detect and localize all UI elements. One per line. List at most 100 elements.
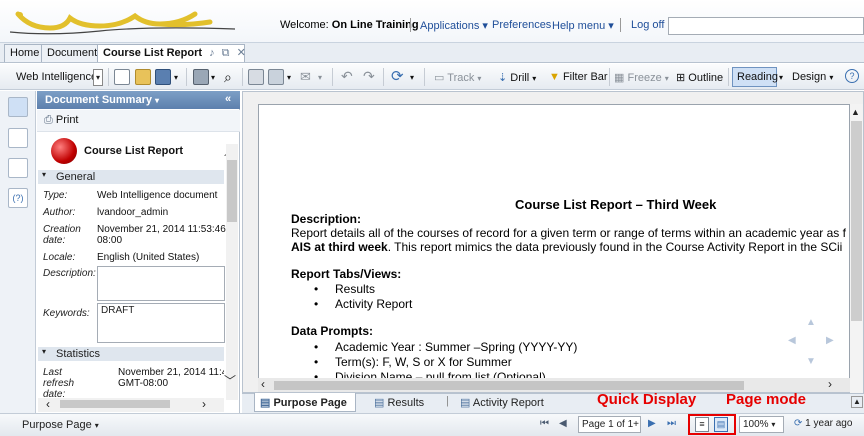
- chevron-down-icon[interactable]: ▾: [410, 73, 414, 82]
- description-label: Description:: [43, 268, 96, 279]
- document-summary-icon[interactable]: [8, 97, 28, 117]
- maximize-icon[interactable]: ⧉: [222, 47, 230, 59]
- tab-course-list-report[interactable]: Course List Report ♪ ⧉ ✕: [97, 44, 246, 62]
- last-refresh-timezone: GMT-08:00: [118, 378, 169, 389]
- refresh-icon: ⟳: [794, 418, 803, 429]
- author-label: Author:: [43, 207, 76, 218]
- page-number-field[interactable]: Page 1 of 1+: [578, 416, 641, 433]
- welcome-text: Welcome: On Line Training: [280, 19, 419, 31]
- keywords-field[interactable]: DRAFT: [97, 303, 225, 343]
- reading-button[interactable]: Reading: [737, 71, 778, 83]
- toolbar-separator: [728, 68, 729, 86]
- chevron-down-icon[interactable]: ▾: [174, 73, 178, 82]
- tab-divider: |: [446, 395, 449, 407]
- zoom-select[interactable]: 100% ▾: [739, 416, 784, 433]
- log-off-link[interactable]: Log off: [631, 19, 664, 31]
- freeze-button[interactable]: ▦ Freeze ▾: [614, 71, 669, 84]
- page-mode-icon[interactable]: ▤: [714, 417, 728, 432]
- close-icon[interactable]: ✕: [237, 47, 246, 59]
- view-selector[interactable]: Purpose Page ▾: [22, 419, 99, 431]
- pan-left-icon[interactable]: ◀: [788, 335, 796, 346]
- document-title: Course List Report: [84, 145, 184, 157]
- keywords-label: Keywords:: [43, 308, 90, 319]
- preferences-link[interactable]: Preferences: [492, 19, 551, 31]
- history-icon[interactable]: [248, 69, 264, 85]
- panel-hscroll-thumb[interactable]: [60, 400, 170, 408]
- scroll-up-icon[interactable]: ▲: [851, 107, 860, 117]
- refresh-icon[interactable]: ⟳: [391, 67, 404, 85]
- track-button[interactable]: ▭ Track ▾: [434, 71, 481, 84]
- last-refresh-value: November 21, 2014 11:4: [118, 367, 224, 378]
- drill-button[interactable]: ⇣ Drill ▾: [498, 71, 536, 84]
- tab-activity-report[interactable]: ▤ Activity Report: [460, 396, 544, 409]
- chevron-down-icon[interactable]: ▾: [287, 73, 291, 82]
- track-icon: ▭: [434, 72, 445, 84]
- search-input[interactable]: [668, 17, 864, 35]
- tab-results[interactable]: ▤ Results: [374, 396, 424, 409]
- chevron-down-icon[interactable]: ▾: [211, 73, 215, 82]
- pan-right-icon[interactable]: ▶: [826, 335, 834, 346]
- pan-down-icon[interactable]: ▼: [806, 356, 816, 367]
- help-menu[interactable]: Help menu ▾: [552, 19, 614, 32]
- report-hscroll-thumb[interactable]: [274, 381, 744, 390]
- toolbar-separator: [186, 68, 187, 86]
- toolbar-separator: [609, 68, 610, 86]
- quick-display-icon[interactable]: ≡: [695, 417, 709, 432]
- chevron-down-icon[interactable]: ▾: [318, 73, 322, 82]
- previous-page-icon[interactable]: ◀: [559, 418, 567, 429]
- scroll-left-icon[interactable]: ‹: [46, 397, 50, 411]
- toolbar-separator: [424, 68, 425, 86]
- email-icon[interactable]: ✉: [300, 69, 311, 85]
- pan-up-icon[interactable]: ▲: [806, 317, 816, 328]
- prompt-item: Term(s): F, W, S or X for Summer: [335, 355, 512, 369]
- help-icon[interactable]: (?): [8, 188, 28, 208]
- input-controls-icon[interactable]: [8, 158, 28, 178]
- description-heading: Description:: [291, 212, 362, 226]
- redo-icon[interactable]: ↷: [363, 68, 375, 85]
- report-tab-item: Activity Report: [335, 297, 413, 311]
- refresh-status: ⟳ 1 year ago: [794, 418, 853, 429]
- toolbar-separator: [108, 68, 109, 86]
- report-page-icon: ▤: [260, 397, 271, 409]
- toolbar-separator: [332, 68, 333, 86]
- chevron-down-icon[interactable]: ﹀: [224, 372, 236, 389]
- help-icon[interactable]: ?: [845, 69, 859, 83]
- triangle-down-icon: ▾: [42, 170, 47, 179]
- open-folder-icon[interactable]: [135, 69, 151, 85]
- collapse-panel-icon[interactable]: «: [225, 93, 231, 105]
- statistics-section[interactable]: Statistics: [38, 347, 224, 361]
- chevron-down-icon[interactable]: ▾: [779, 73, 783, 82]
- general-section[interactable]: General: [38, 170, 224, 184]
- scroll-left-icon[interactable]: ‹: [261, 377, 265, 391]
- tabs-scroll-icon[interactable]: ▲: [851, 396, 863, 408]
- last-page-icon[interactable]: ⏭: [667, 418, 676, 429]
- report-scroll-thumb[interactable]: [851, 121, 862, 321]
- pin-icon[interactable]: ♪: [209, 47, 215, 59]
- new-document-icon[interactable]: [114, 69, 130, 85]
- panel-header: Document Summary ▾: [37, 91, 240, 109]
- tab-purpose-page[interactable]: ▤ Purpose Page: [260, 396, 347, 409]
- scroll-right-icon[interactable]: ›: [828, 377, 832, 391]
- design-button[interactable]: Design ▾: [792, 71, 833, 83]
- panel-scroll-thumb[interactable]: [227, 160, 237, 222]
- next-page-icon[interactable]: ▶: [648, 418, 656, 429]
- find-icon[interactable]: ⌕: [224, 69, 232, 86]
- filter-bar-button[interactable]: ▼ Filter Bar: [549, 71, 608, 83]
- outline-button[interactable]: ⊞ Outline: [676, 71, 723, 84]
- save-icon[interactable]: [155, 69, 171, 85]
- navigation-map-icon[interactable]: [8, 128, 28, 148]
- undo-icon[interactable]: ↶: [341, 68, 353, 85]
- first-page-icon[interactable]: ⏮: [540, 418, 549, 429]
- bullet: •: [314, 297, 319, 311]
- export-icon[interactable]: [268, 69, 284, 85]
- report-tabs-heading: Report Tabs/Views:: [291, 267, 402, 281]
- tab-home[interactable]: Home: [4, 44, 46, 62]
- scroll-right-icon[interactable]: ›: [202, 397, 206, 411]
- print-icon[interactable]: [193, 69, 209, 85]
- applications-menu[interactable]: Applications ▾: [420, 19, 488, 32]
- print-button[interactable]: ⎙ Print: [44, 114, 79, 127]
- description-field[interactable]: [97, 266, 225, 301]
- bullet: •: [314, 340, 319, 354]
- mode-dropdown[interactable]: ▾: [93, 69, 103, 86]
- report-tab-item: Results: [335, 282, 376, 296]
